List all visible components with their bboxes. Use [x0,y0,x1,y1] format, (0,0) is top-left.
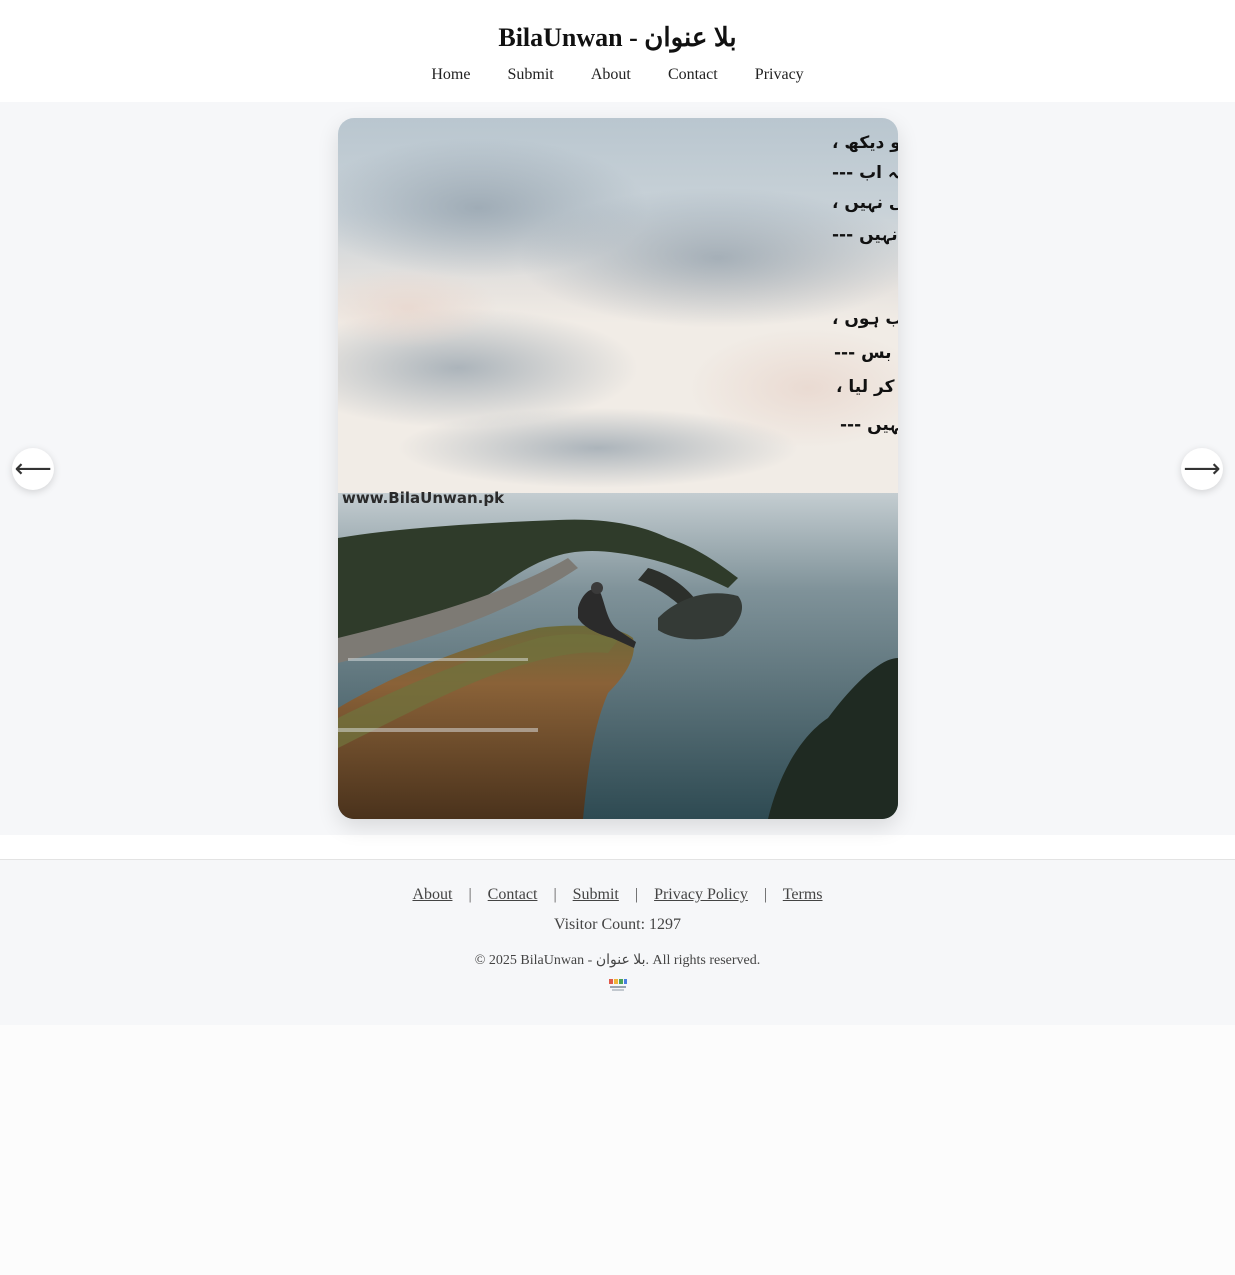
footer-link-submit[interactable]: Submit [573,886,619,903]
poetry-image: www.BilaUnwan.pk تو میرا حوصلہ تو دیکھ ،… [338,118,898,819]
footer-link-about[interactable]: About [412,886,452,903]
footer-separator: | [468,886,472,903]
image-watermark: www.BilaUnwan.pk [342,489,505,507]
site-header: BilaUnwan - بلا عنوان Home Submit About … [0,0,1235,102]
poem-line-2: داد تو دے مجھے کہ اب --- [832,163,898,183]
footer-separator: | [634,886,639,903]
footer-link-privacy-policy[interactable]: Privacy Policy [654,886,748,903]
poem-line-5: میں بھی بہت عجیب ہوں ، [832,309,898,329]
footer-separator: | [553,886,557,903]
main-nav: Home Submit About Contact Privacy [0,64,1235,84]
next-slide-button[interactable]: ⟶ [1181,448,1223,490]
image-slider: ⟵ www.BilaUnwan.pk و دیکھ ، ہ اب --- نہی… [0,102,1235,835]
poem-line-4: خوف کمال بھی نہیں --- [832,225,898,245]
poem-line-7: خود کو تباہ کر لیا ، [836,377,898,397]
nav-privacy[interactable]: Privacy [755,66,804,83]
spacer [0,835,1235,859]
poem-line-3: شوق کمال بھی نہیں ، [832,193,898,213]
footer-separator: | [763,886,768,903]
footer-links: About | Contact | Submit | Privacy Polic… [0,886,1235,904]
poem-line-8: اور ملال بھی نہیں --- [840,415,898,435]
nav-submit[interactable]: Submit [508,66,554,83]
copyright-text: © 2025 BilaUnwan - بلا عنوان. All rights… [474,953,761,968]
nav-contact[interactable]: Contact [668,66,718,83]
poem-line-1: تو میرا حوصلہ تو دیکھ ، [832,133,898,153]
prev-slide-button[interactable]: ⟵ [12,448,54,490]
nav-home[interactable]: Home [431,66,470,83]
site-footer: About | Contact | Submit | Privacy Polic… [0,859,1235,1025]
site-title: BilaUnwan - بلا عنوان [498,23,737,52]
footer-link-terms[interactable]: Terms [783,886,823,903]
logo-badge-icon [607,977,629,991]
footer-link-contact[interactable]: Contact [488,886,538,903]
poem-line-6: اِتنا عجیب ہوں کہ بس --- [834,343,898,363]
nav-about[interactable]: About [591,66,631,83]
visitor-count: Visitor Count: 1297 [553,916,682,933]
